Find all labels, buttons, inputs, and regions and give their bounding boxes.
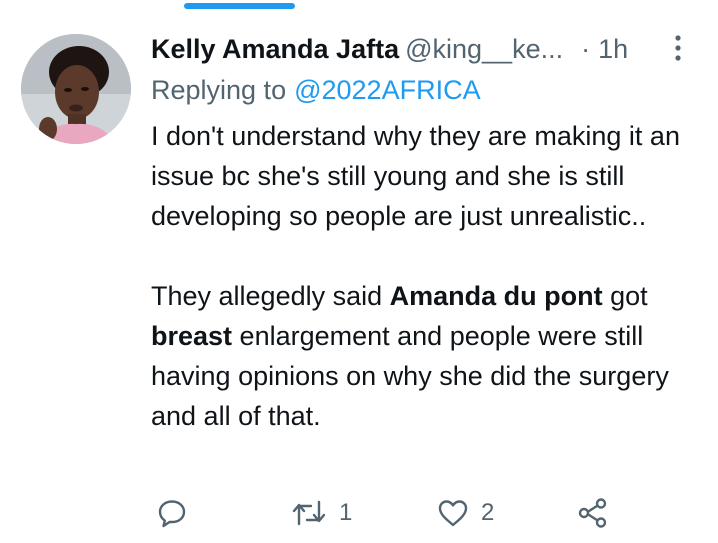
user-avatar-photo-icon [21, 34, 131, 144]
separator-dot: · [581, 34, 591, 64]
author-display-name[interactable]: Kelly Amanda Jafta [151, 34, 399, 64]
like-button[interactable]: 2 [437, 493, 494, 533]
tweet-content: Kelly Amanda Jafta @king__ke... · 1h Replyi… [151, 28, 696, 436]
comment-icon [158, 500, 186, 528]
text-segment: got [602, 281, 648, 311]
author-handle[interactable]: @king__ke... [405, 34, 563, 64]
more-options-button[interactable] [668, 34, 688, 64]
tweet-header: Kelly Amanda Jafta @king__ke... · 1h [151, 28, 696, 70]
tweet-reply-view: Kelly Amanda Jafta @king__ke... · 1h Replyi… [0, 0, 718, 543]
tweet-body: I don't understand why they are making i… [151, 116, 696, 436]
tweet-timestamp[interactable]: 1h [598, 34, 628, 64]
retweet-button[interactable]: 1 [291, 493, 352, 533]
retweet-count: 1 [339, 499, 353, 526]
like-count: 2 [481, 499, 495, 526]
avatar[interactable] [21, 34, 131, 144]
retweet-icon [292, 500, 326, 526]
tweet-paragraph-1: I don't understand why they are making i… [151, 121, 680, 231]
heart-icon [438, 500, 468, 527]
share-icon [578, 498, 607, 528]
text-segment: They allegedly said [151, 281, 390, 311]
more-vertical-icon [675, 35, 681, 61]
replying-to: Replying to @2022AFRICA [151, 70, 696, 110]
tweet-paragraph-2: They allegedly said Amanda du pont got b… [151, 276, 696, 436]
bold-text-segment: breast [151, 321, 233, 351]
tweet-action-bar: 1 2 [151, 493, 621, 533]
share-button[interactable] [577, 493, 609, 533]
replying-to-label: Replying to [151, 75, 287, 105]
reply-button[interactable] [157, 493, 187, 533]
scroll-indicator [184, 3, 295, 9]
bold-text-segment: Amanda du pont [389, 281, 603, 311]
replying-to-mention-link[interactable]: @2022AFRICA [294, 75, 480, 105]
